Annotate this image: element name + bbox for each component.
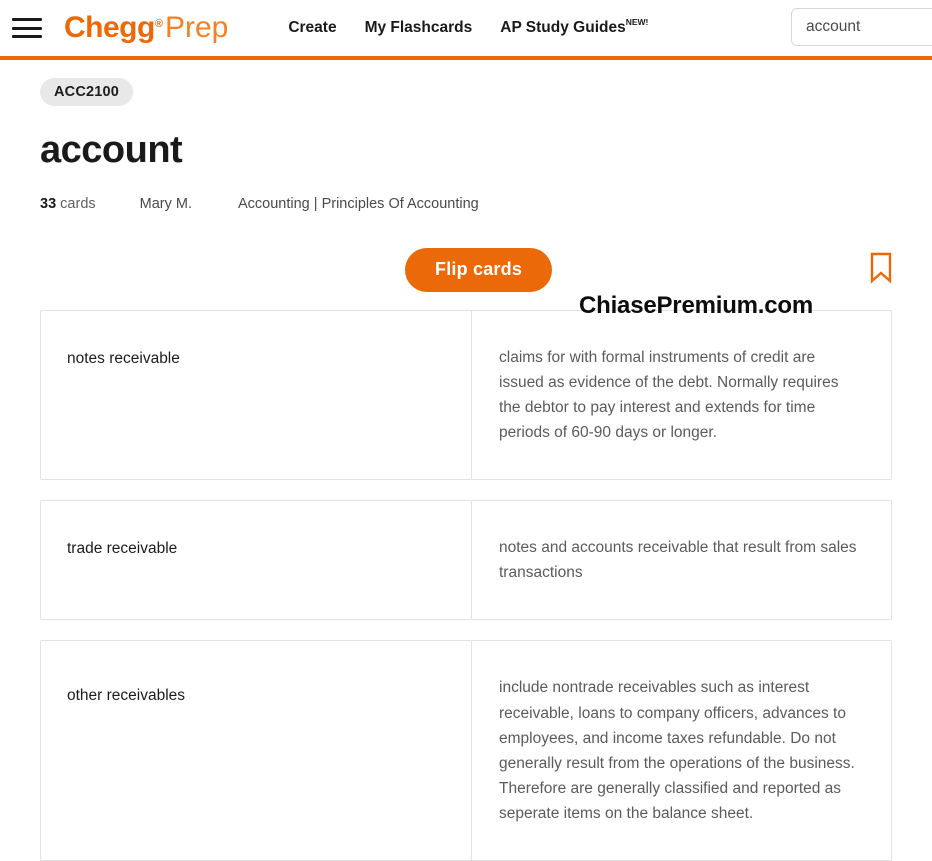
nav-link-ap-study-guides[interactable]: AP Study GuidesNEW! [500, 17, 649, 37]
flashcard-term: trade receivable [41, 501, 472, 620]
card-count: 33 cards [40, 196, 96, 212]
nav-link-create[interactable]: Create [288, 19, 336, 37]
hamburger-menu-icon[interactable] [12, 16, 42, 40]
deck-subject[interactable]: Accounting | Principles Of Accounting [238, 196, 479, 212]
flip-cards-button[interactable]: Flip cards [405, 247, 553, 292]
hamburger-bar [12, 35, 42, 38]
card-count-label: cards [60, 195, 96, 212]
page-content: ACC2100 account 33 cards Mary M. Account… [0, 60, 932, 861]
chegg-prep-logo[interactable]: Chegg ® Prep [64, 13, 228, 43]
hamburger-bar [12, 26, 42, 30]
flashcard-list: notes receivable claims for with formal … [40, 309, 892, 861]
nav-link-my-flashcards[interactable]: My Flashcards [365, 19, 473, 37]
flashcard-definition: notes and accounts receivable that resul… [499, 539, 857, 582]
logo-brand-text: Chegg [64, 11, 155, 44]
main-navigation: Create My Flashcards AP Study GuidesNEW! [288, 17, 649, 37]
bookmark-icon [870, 252, 892, 284]
deck-metadata: 33 cards Mary M. Accounting | Principles… [40, 196, 892, 212]
flashcard-definition: claims for with formal instruments of cr… [499, 348, 839, 442]
search-input[interactable] [791, 8, 932, 46]
table-row[interactable]: other receivables include nontrade recei… [40, 640, 892, 861]
card-count-number: 33 [40, 195, 57, 212]
course-badge-row: ACC2100 [40, 60, 892, 106]
page-title: account [40, 129, 183, 171]
flashcard-term: notes receivable [41, 310, 472, 480]
table-row[interactable]: trade receivable notes and accounts rece… [40, 500, 892, 621]
search-container [791, 8, 932, 46]
nav-link-create-label: Create [288, 19, 337, 36]
flashcard-term: other receivables [41, 641, 472, 861]
new-badge: NEW! [625, 17, 649, 27]
logo-product-text: Prep [164, 11, 229, 44]
deck-author[interactable]: Mary M. [140, 196, 192, 212]
table-row[interactable]: notes receivable claims for with formal … [40, 309, 892, 481]
bookmark-button[interactable] [868, 252, 894, 284]
registered-trademark-icon: ® [154, 18, 163, 30]
site-header: Chegg ® Prep Create My Flashcards AP Stu… [0, 0, 932, 56]
flashcard-definition: include nontrade receivables such as int… [499, 679, 855, 822]
nav-link-my-flashcards-label: My Flashcards [364, 19, 473, 36]
nav-link-ap-study-guides-label: AP Study Guides [500, 19, 626, 36]
action-bar: Flip cards [40, 247, 894, 292]
course-code-badge[interactable]: ACC2100 [40, 78, 134, 106]
hamburger-bar [12, 18, 42, 21]
